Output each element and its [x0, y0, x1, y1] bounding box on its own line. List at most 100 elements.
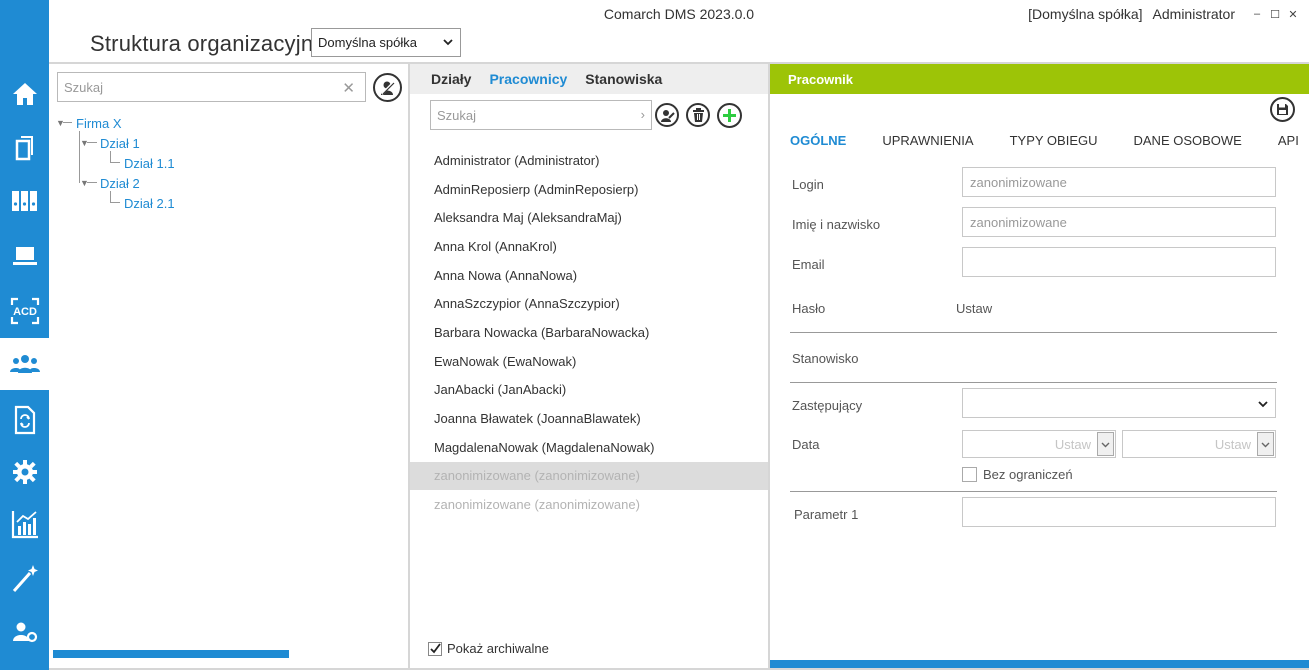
nav-settings[interactable] — [0, 446, 49, 498]
login-label: Login — [792, 177, 824, 192]
documents-icon — [15, 136, 33, 161]
magic-wand-icon — [12, 565, 38, 592]
svg-text:ACD: ACD — [13, 306, 37, 318]
employee-row[interactable]: Aleksandra Maj (AleksandraMaj) — [410, 203, 768, 232]
date-from-dropdown[interactable] — [1097, 432, 1114, 456]
divider — [790, 491, 1277, 492]
parameter-1-field[interactable] — [962, 497, 1276, 527]
nav-binders[interactable] — [0, 175, 49, 227]
nav-acd[interactable]: ACD — [0, 285, 49, 337]
structure-search-input[interactable]: Szukaj ✕ — [57, 72, 366, 102]
date-to-dropdown[interactable] — [1257, 432, 1274, 456]
substitute-select[interactable] — [962, 388, 1276, 418]
chevron-down-icon — [1101, 442, 1110, 447]
binders-icon — [11, 191, 37, 211]
email-field[interactable] — [962, 247, 1276, 277]
unlimited-label: Bez ograniczeń — [983, 467, 1073, 482]
employee-details-panel: Pracownik OGÓLNE UPRAWNIENIA TYPY OBIEGU… — [770, 62, 1309, 670]
tab-pracownicy[interactable]: Pracownicy — [489, 71, 567, 87]
page-title: Struktura organizacyjna — [90, 31, 326, 56]
report-chart-icon — [11, 511, 38, 539]
date-label: Data — [792, 437, 820, 452]
gear-icon — [12, 460, 37, 484]
company-select[interactable]: Domyślna spółka — [311, 28, 461, 57]
employee-row[interactable]: AnnaSzczypior (AnnaSzczypior) — [410, 289, 768, 318]
divider — [790, 382, 1277, 383]
employee-row[interactable]: Anna Krol (AnnaKrol) — [410, 232, 768, 261]
employee-row[interactable]: AdminReposierp (AdminReposierp) — [410, 175, 768, 204]
full-name-field[interactable]: zanonimizowane — [962, 207, 1276, 237]
employee-row[interactable]: Joanna Bławatek (JoannaBlawatek) — [410, 404, 768, 433]
employee-tabs: OGÓLNE UPRAWNIENIA TYPY OBIEGU DANE OSOB… — [790, 133, 1299, 148]
current-user[interactable]: Administrator — [1153, 6, 1235, 22]
chevron-down-icon — [1261, 442, 1270, 447]
show-archived-label: Pokaż archiwalne — [447, 641, 549, 656]
employee-row[interactable]: Anna Nowa (AnnaNowa) — [410, 261, 768, 290]
tab-typy-obiegu[interactable]: TYPY OBIEGU — [1010, 133, 1098, 148]
tree-node-dzial-2[interactable]: Dział 2 — [100, 176, 140, 191]
user-edit-icon — [660, 109, 675, 122]
users-icon — [9, 355, 40, 373]
company-indicator[interactable]: [Domyślna spółka] — [1028, 6, 1142, 22]
employee-row[interactable]: Administrator (Administrator) — [410, 146, 768, 175]
checkmark-icon — [429, 643, 441, 654]
employee-search-input[interactable]: Szukaj › — [430, 100, 652, 130]
tab-ogolne[interactable]: OGÓLNE — [790, 133, 846, 148]
tree-node-dzial-1-1[interactable]: Dział 1.1 — [124, 156, 175, 171]
close-button[interactable]: ✕ — [1287, 8, 1299, 21]
tab-dzialy[interactable]: Działy — [431, 71, 471, 87]
employee-row[interactable]: MagdalenaNowak (MagdalenaNowak) — [410, 433, 768, 462]
expand-arrow-icon[interactable]: ▼ — [80, 178, 89, 188]
show-archived-checkbox[interactable] — [428, 641, 442, 656]
nav-user-settings[interactable] — [0, 606, 49, 658]
date-from-value: Ustaw — [1054, 436, 1091, 452]
trash-icon — [692, 108, 704, 122]
employee-row[interactable]: JanAbacki (JanAbacki) — [410, 376, 768, 405]
nav-reports[interactable] — [0, 498, 49, 550]
tree-node-dzial-2-1[interactable]: Dział 2.1 — [124, 196, 175, 211]
set-password-link[interactable]: Ustaw — [956, 301, 992, 316]
date-from-field[interactable]: Ustaw — [962, 430, 1116, 458]
delete-employee-button[interactable] — [686, 103, 710, 127]
maximize-button[interactable]: ☐ — [1269, 8, 1281, 21]
tab-dane-osobowe[interactable]: DANE OSOBOWE — [1134, 133, 1242, 148]
unlimited-checkbox[interactable] — [962, 467, 977, 482]
nav-laptop[interactable] — [0, 230, 49, 282]
employee-row-selected[interactable]: zanonimizowane (zanonimizowane) — [410, 461, 768, 491]
show-archived-toggle: Pokaż archiwalne — [428, 641, 549, 656]
tree-node-firma-x[interactable]: Firma X — [76, 116, 122, 131]
add-employee-button[interactable] — [717, 103, 742, 128]
structure-panel: Szukaj ✕ ▼ Firma X ▼ Dział 1 Dział 1.1 ▼… — [49, 62, 410, 670]
login-field[interactable]: zanonimizowane — [962, 167, 1276, 197]
tab-uprawnienia[interactable]: UPRAWNIENIA — [882, 133, 973, 148]
employee-row[interactable]: Barbara Nowacka (BarbaraNowacka) — [410, 318, 768, 347]
user-search-button[interactable] — [373, 73, 402, 102]
minimize-button[interactable]: – — [1251, 8, 1263, 20]
chevron-right-icon: › — [640, 107, 645, 122]
expand-arrow-icon[interactable]: ▼ — [80, 138, 89, 148]
unlimited-toggle: Bez ograniczeń — [962, 467, 1073, 482]
employee-row[interactable]: EwaNowak (EwaNowak) — [410, 347, 768, 376]
nav-users[interactable] — [0, 338, 49, 390]
clear-icon[interactable]: ✕ — [342, 79, 355, 97]
employee-row[interactable]: zanonimizowane (zanonimizowane) — [410, 490, 768, 519]
employee-user-button[interactable] — [655, 103, 679, 127]
tab-stanowiska[interactable]: Stanowiska — [585, 71, 662, 87]
company-select-value: Domyślna spółka — [318, 35, 417, 50]
save-button[interactable] — [1270, 97, 1295, 122]
nav-documents[interactable] — [0, 121, 49, 173]
tab-api[interactable]: API — [1278, 133, 1299, 148]
date-to-field[interactable]: Ustaw — [1122, 430, 1276, 458]
expand-arrow-icon[interactable]: ▼ — [56, 118, 65, 128]
tree-node-dzial-1[interactable]: Dział 1 — [100, 136, 140, 151]
employee-search-placeholder: Szukaj — [437, 107, 477, 123]
date-to-value: Ustaw — [1214, 436, 1251, 452]
structure-search-placeholder: Szukaj — [64, 79, 104, 95]
nav-workflow[interactable] — [0, 394, 49, 446]
nav-wizard[interactable] — [0, 552, 49, 604]
substitute-label: Zastępujący — [792, 398, 863, 413]
nav-home[interactable] — [0, 68, 49, 120]
loading-progress-bar — [53, 650, 289, 658]
title-bar: Comarch DMS 2023.0.0 [Domyślna spółka] A… — [49, 0, 1309, 28]
user-search-icon — [380, 80, 395, 95]
